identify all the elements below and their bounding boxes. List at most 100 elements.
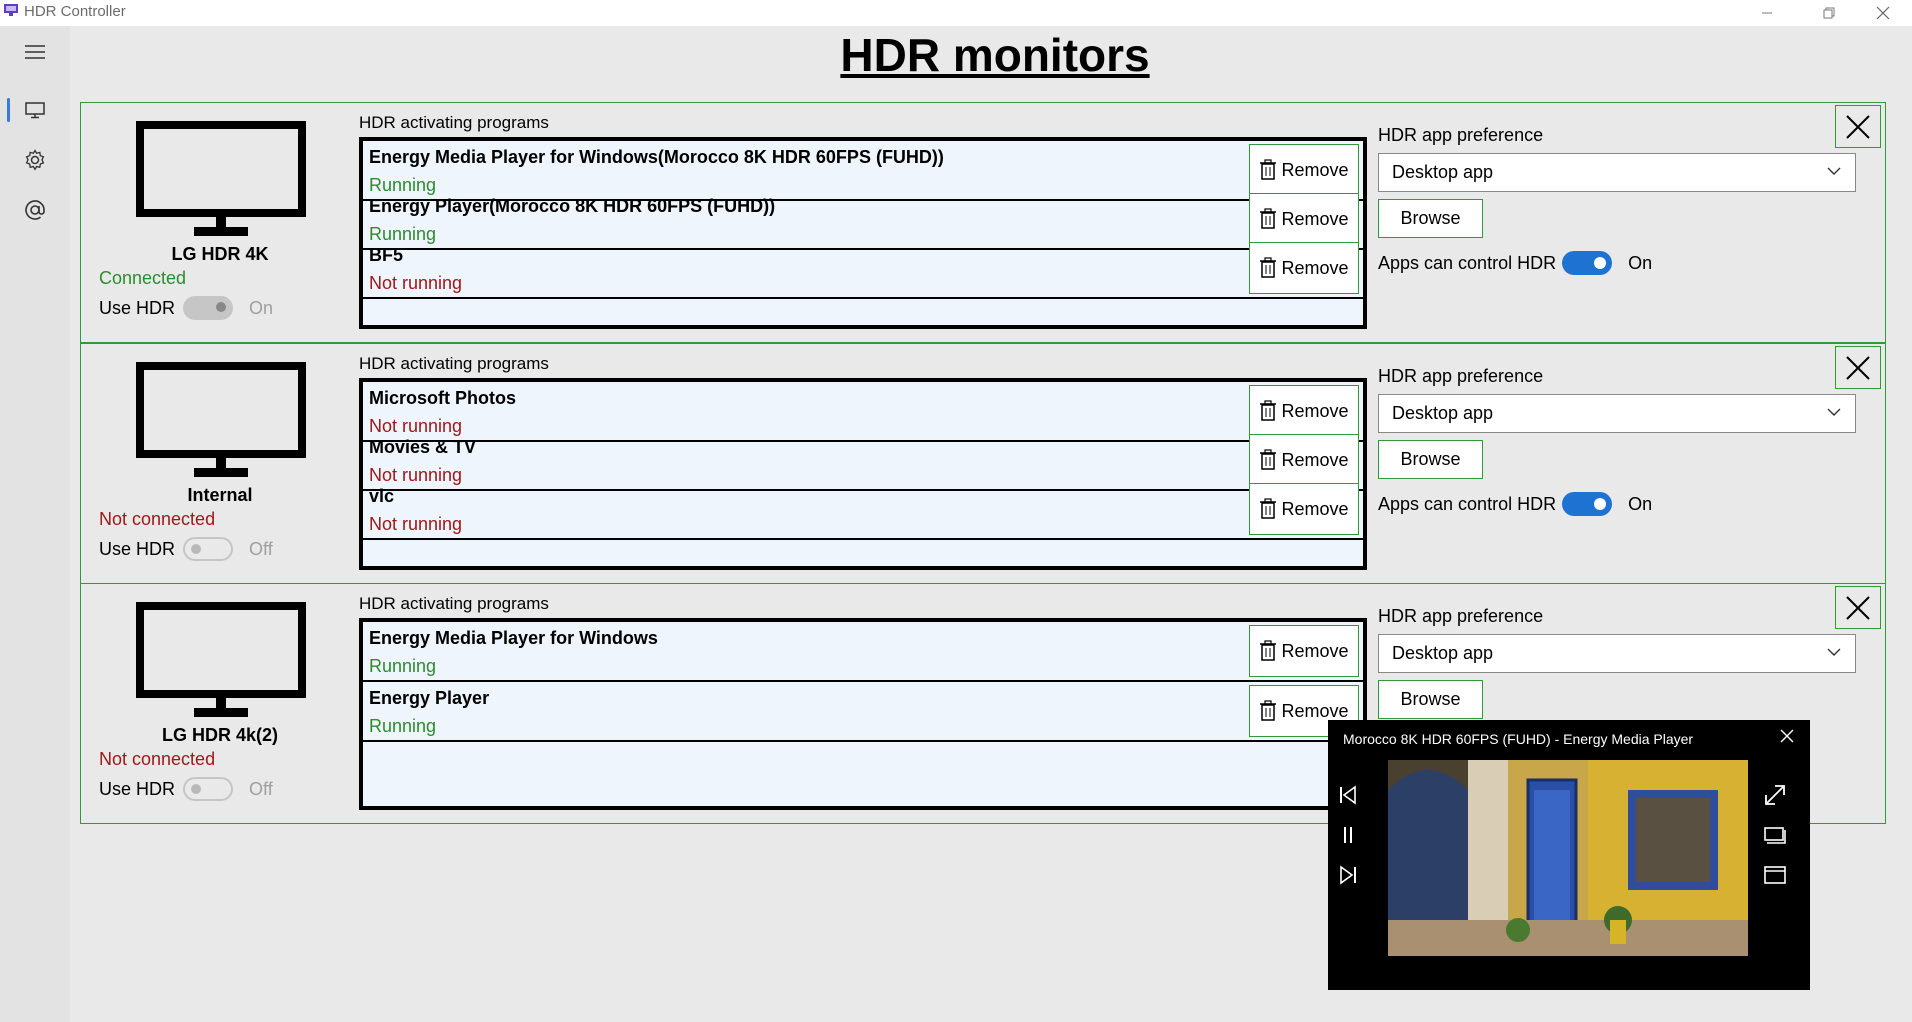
use-hdr-label: Use HDR — [99, 778, 176, 799]
chevron-down-icon — [1827, 648, 1841, 656]
minimize-icon — [1762, 12, 1772, 14]
monitor-icon — [136, 602, 306, 717]
remove-label: Remove — [1281, 159, 1349, 180]
window-button[interactable] — [1760, 860, 1790, 890]
hamburger-icon — [25, 45, 45, 59]
programs-list[interactable]: Energy Media Player for Windows Running … — [359, 618, 1367, 810]
use-hdr-label: Use HDR — [99, 538, 176, 559]
previous-button[interactable] — [1333, 780, 1363, 810]
use-hdr-state: On — [249, 297, 274, 318]
remove-label: Remove — [1281, 208, 1349, 229]
programs-list[interactable]: Energy Media Player for Windows(Morocco … — [359, 137, 1367, 329]
overlay-icon — [1764, 827, 1786, 844]
window-icon — [1764, 866, 1786, 884]
trash-icon — [1260, 257, 1277, 278]
nav-monitors[interactable] — [0, 86, 70, 134]
remove-monitor-button[interactable] — [1835, 346, 1881, 389]
apps-control-toggle[interactable] — [1562, 251, 1613, 275]
window-title: HDR Controller — [24, 3, 126, 20]
toggle-knob — [191, 544, 202, 554]
browse-button[interactable]: Browse — [1378, 440, 1483, 479]
active-indicator — [7, 98, 10, 122]
monitor-icon — [136, 121, 306, 236]
program-name: Energy Player(Morocco 8K HDR 60FPS (FUHD… — [369, 196, 776, 216]
trash-icon — [1260, 159, 1277, 180]
apps-control-toggle[interactable] — [1562, 492, 1613, 516]
pref-value: Desktop app — [1392, 643, 1494, 663]
close-window-button[interactable] — [1854, 0, 1912, 26]
overlay-button[interactable] — [1760, 820, 1790, 850]
remove-button[interactable]: Remove — [1249, 625, 1359, 677]
pause-icon — [1344, 827, 1352, 843]
pause-button[interactable] — [1333, 820, 1363, 850]
expand-button[interactable] — [1760, 780, 1790, 810]
use-hdr-row: Use HDR Off — [99, 537, 273, 561]
list-item: Energy Player Running Remove — [363, 682, 1363, 742]
remove-label: Remove — [1281, 640, 1349, 661]
page-title: HDR monitors — [840, 29, 1150, 81]
menu-button[interactable] — [0, 28, 70, 76]
restore-icon — [1823, 7, 1835, 19]
pref-dropdown[interactable]: Desktop app — [1378, 634, 1856, 673]
pref-label: HDR app preference — [1378, 125, 1544, 145]
browse-button[interactable]: Browse — [1378, 199, 1483, 238]
trash-icon — [1260, 208, 1277, 229]
use-hdr-row: Use HDR On — [99, 296, 273, 320]
apps-control-label: Apps can control HDR — [1378, 252, 1557, 273]
title-bar: HDR Controller — [0, 0, 1912, 26]
monitor-name: Internal — [187, 485, 253, 505]
program-name: Energy Media Player for Windows(Morocco … — [369, 147, 944, 167]
remove-monitor-button[interactable] — [1835, 105, 1881, 148]
browse-button[interactable]: Browse — [1378, 680, 1483, 719]
remove-button[interactable]: Remove — [1249, 434, 1359, 486]
nav-contact[interactable] — [0, 186, 70, 234]
monitor-name: LG HDR 4K — [171, 244, 269, 264]
video-frame[interactable] — [1388, 760, 1748, 956]
close-icon — [1876, 6, 1890, 20]
remove-monitor-button[interactable] — [1835, 586, 1881, 629]
programs-heading: HDR activating programs — [359, 354, 549, 373]
list-item-partial — [363, 288, 1363, 325]
remove-label: Remove — [1281, 257, 1349, 278]
remove-button[interactable]: Remove — [1249, 385, 1359, 437]
pref-dropdown[interactable]: Desktop app — [1378, 153, 1856, 192]
minimize-button[interactable] — [1738, 0, 1796, 26]
next-button[interactable] — [1333, 860, 1363, 890]
remove-button[interactable]: Remove — [1249, 483, 1359, 535]
nav-settings[interactable] — [0, 136, 70, 184]
close-icon — [1846, 114, 1870, 139]
program-name: Energy Player — [369, 688, 490, 708]
toggle-knob — [1594, 498, 1607, 510]
remove-label: Remove — [1281, 449, 1349, 470]
restore-button[interactable] — [1800, 0, 1858, 26]
remove-label: Remove — [1281, 400, 1349, 421]
toggle-knob — [191, 784, 202, 794]
program-status: Running — [369, 656, 437, 676]
monitor-panel: LG HDR 4K Connected Use HDR On HDR activ… — [80, 102, 1886, 343]
monitor-icon — [25, 102, 45, 119]
trash-icon — [1260, 449, 1277, 470]
remove-button[interactable]: Remove — [1249, 144, 1359, 196]
gear-icon — [25, 149, 45, 171]
monitor-icon — [136, 362, 306, 477]
player-close-button[interactable] — [1780, 729, 1794, 748]
mini-player[interactable]: Morocco 8K HDR 60FPS (FUHD) - Energy Med… — [1328, 720, 1810, 990]
programs-list[interactable]: Microsoft Photos Not running Remove Movi… — [359, 378, 1367, 570]
use-hdr-toggle[interactable] — [183, 296, 234, 320]
trash-icon — [1260, 400, 1277, 421]
trash-icon — [1260, 498, 1277, 519]
use-hdr-label: Use HDR — [99, 297, 176, 318]
remove-button[interactable]: Remove — [1249, 242, 1359, 294]
pref-label: HDR app preference — [1378, 366, 1544, 386]
remove-button[interactable]: Remove — [1249, 193, 1359, 245]
chevron-down-icon — [1827, 167, 1841, 175]
toggle-knob — [1594, 257, 1607, 269]
program-name: BF5 — [369, 245, 404, 265]
list-item: Energy Media Player for Windows Running … — [363, 622, 1363, 682]
chevron-down-icon — [1827, 408, 1841, 416]
pref-dropdown[interactable]: Desktop app — [1378, 394, 1856, 433]
at-icon — [25, 200, 45, 220]
use-hdr-toggle[interactable] — [183, 537, 234, 561]
use-hdr-toggle[interactable] — [183, 777, 234, 801]
next-icon — [1340, 865, 1356, 885]
